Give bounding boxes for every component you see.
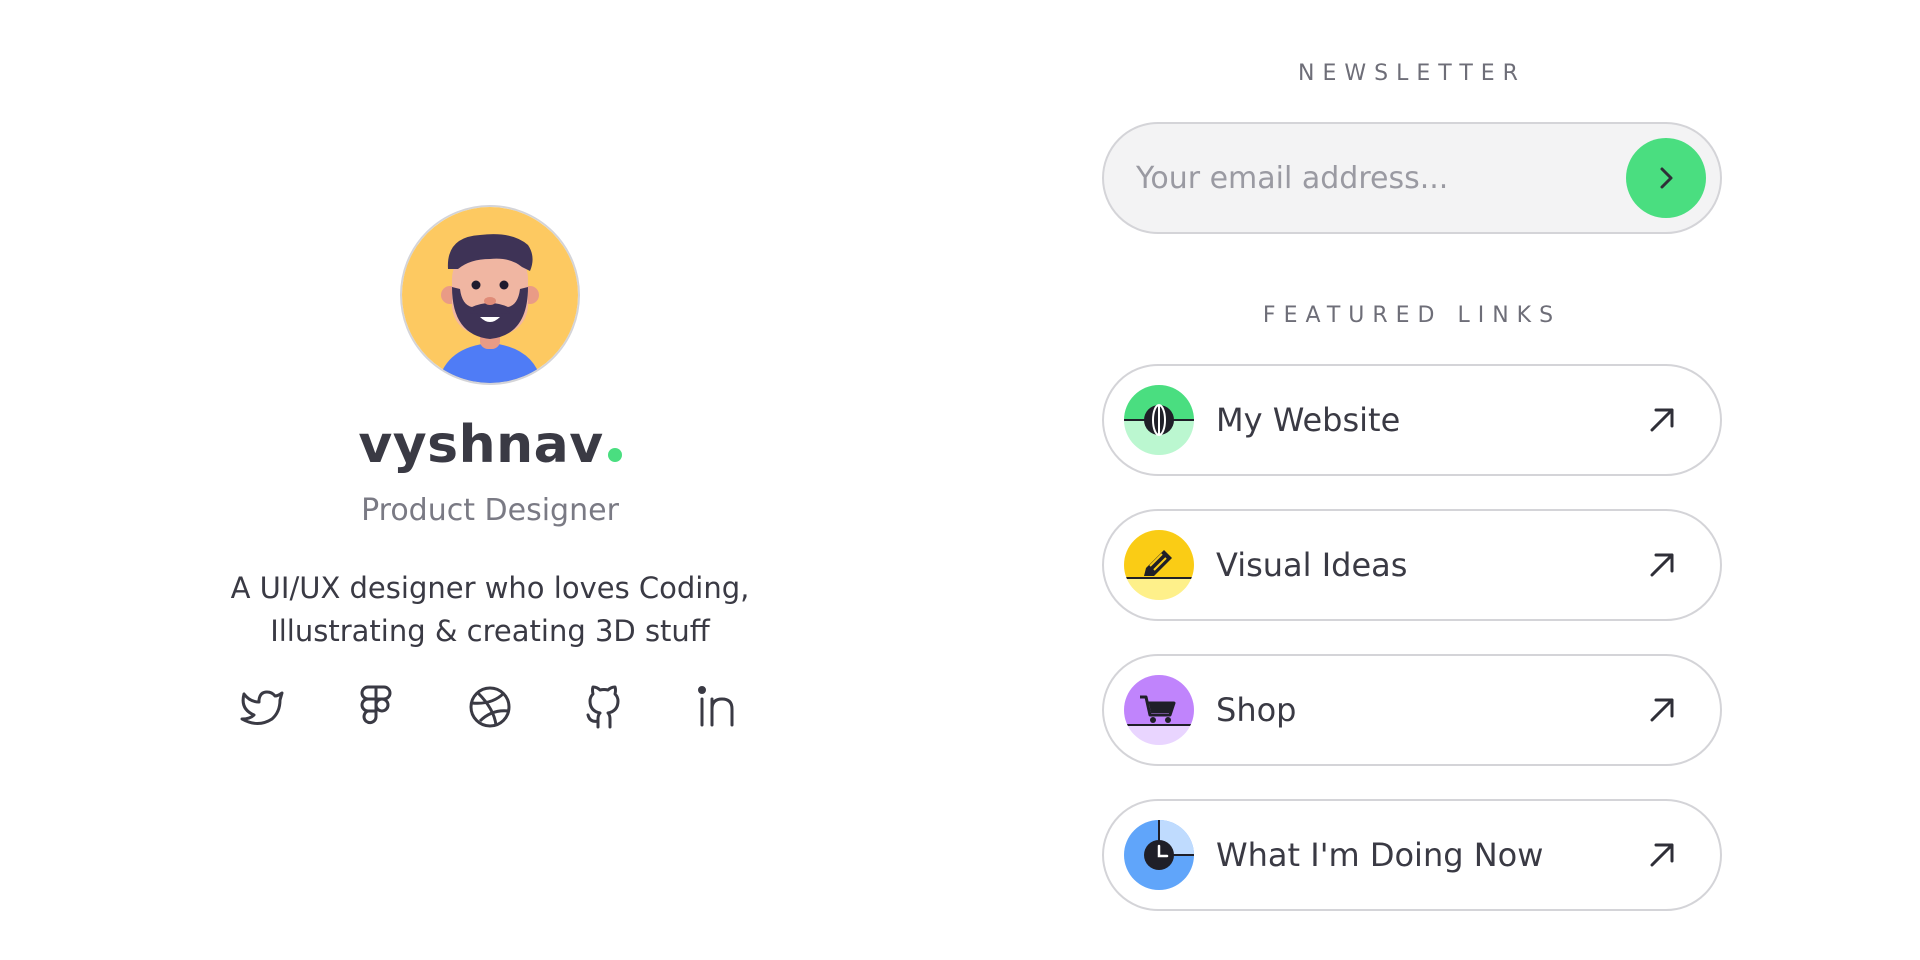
arrow-up-right-icon [1650,698,1674,722]
github-icon[interactable] [580,683,628,731]
email-input[interactable] [1134,159,1626,197]
newsletter-title: NEWSLETTER [1298,61,1526,86]
globe-icon [1124,385,1194,455]
profile-bio: A UI/UX designer who loves Coding, Illus… [180,567,800,653]
link-what-im-doing-now[interactable]: What I'm Doing Now [1102,799,1722,911]
featured-links-list: My Website Visual Ideas Shop What I'm Do… [1102,364,1722,944]
cart-icon [1124,675,1194,745]
twitter-icon[interactable] [238,683,286,731]
link-shop[interactable]: Shop [1102,654,1722,766]
link-my-website[interactable]: My Website [1102,364,1722,476]
profile-role: Product Designer [361,493,619,528]
status-dot [607,448,622,462]
profile-name: vyshnav [358,415,622,475]
chevron-right-icon [1660,167,1673,189]
social-links [238,683,742,731]
link-label: What I'm Doing Now [1216,836,1544,874]
dribbble-icon[interactable] [466,683,514,731]
bio-line-2: Illustrating & creating 3D stuff [270,614,710,648]
bio-line-1: A UI/UX designer who loves Coding, [230,571,750,605]
link-label: My Website [1216,401,1401,439]
arrow-up-right-icon [1650,843,1674,867]
avatar [400,205,580,385]
arrow-up-right-icon [1650,553,1674,577]
avatar-illustration [402,207,578,383]
profile-name-text: vyshnav [358,415,604,475]
link-label: Shop [1216,691,1297,729]
clock-icon [1124,820,1194,890]
link-label: Visual Ideas [1216,546,1408,584]
profile-section: vyshnav Product Designer A UI/UX designe… [180,205,800,731]
newsletter-form [1102,122,1722,234]
featured-links-title: FEATURED LINKS [1262,303,1562,328]
figma-icon[interactable] [352,683,400,731]
linkedin-icon[interactable] [694,683,742,731]
newsletter-submit-button[interactable] [1626,138,1706,218]
link-visual-ideas[interactable]: Visual Ideas [1102,509,1722,621]
arrow-up-right-icon [1650,408,1674,432]
pencil-icon [1124,530,1194,600]
